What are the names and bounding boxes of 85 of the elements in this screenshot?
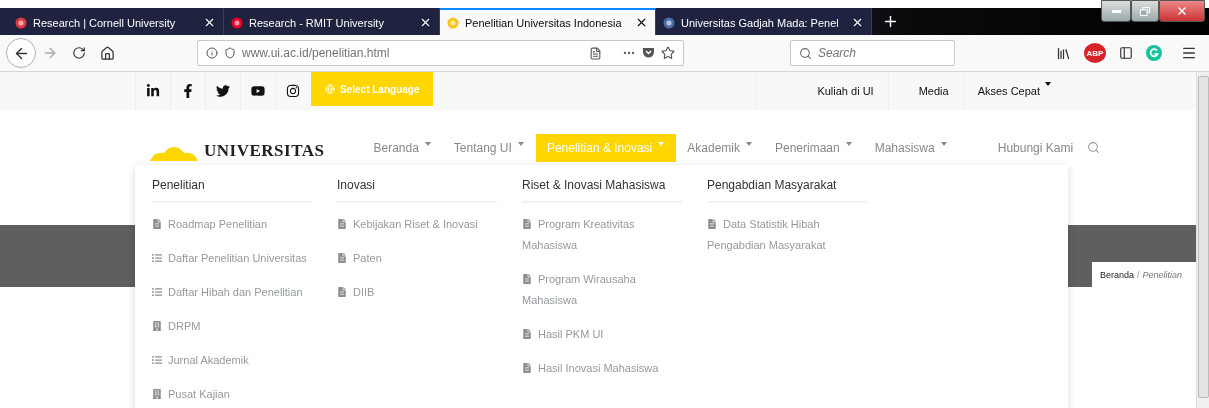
home-icon[interactable] bbox=[100, 45, 115, 61]
nav-link[interactable]: Penerimaan bbox=[763, 133, 864, 162]
favicon-icon bbox=[231, 16, 243, 29]
caret-icon bbox=[424, 141, 431, 146]
menu-link[interactable]: Daftar Hibah dan Penelitian bbox=[152, 282, 303, 303]
menu-link[interactable]: Daftar Penelitian Universitas bbox=[152, 248, 307, 269]
scrollbar-thumb[interactable] bbox=[1197, 76, 1209, 398]
adblock-button[interactable]: ABP bbox=[1084, 43, 1106, 63]
favicon-icon bbox=[663, 16, 675, 29]
globe-icon bbox=[325, 84, 335, 94]
breadcrumb-link[interactable]: Beranda bbox=[1100, 269, 1135, 280]
linkedin-icon[interactable] bbox=[146, 84, 160, 98]
menu-heading: Inovasi bbox=[337, 178, 497, 203]
menu-heading: Riset & Inovasi Mahasiswa bbox=[522, 178, 682, 203]
list-icon bbox=[152, 287, 162, 297]
menu-heading: Penelitian bbox=[152, 178, 312, 203]
document-icon bbox=[337, 287, 347, 297]
search-icon bbox=[799, 46, 812, 60]
nav-link[interactable]: Beranda bbox=[362, 133, 443, 162]
instagram-icon[interactable] bbox=[286, 84, 300, 98]
caret-icon bbox=[1045, 82, 1051, 86]
menu-link[interactable]: Program Wirausaha Mahasiswa bbox=[522, 269, 682, 311]
logo-icon bbox=[150, 146, 198, 161]
caret-icon bbox=[745, 141, 752, 146]
favicon-icon bbox=[15, 16, 27, 29]
menu-link[interactable]: Data Statistik Hibah Pengabdian Masyarakat bbox=[707, 214, 867, 256]
menu-link[interactable]: Program Kreativitas Mahasiswa bbox=[522, 214, 682, 256]
document-icon bbox=[337, 219, 347, 229]
restore-icon[interactable] bbox=[1131, 0, 1159, 22]
document-icon bbox=[522, 219, 532, 229]
youtube-icon[interactable] bbox=[251, 84, 265, 98]
menu-icon[interactable] bbox=[1181, 45, 1197, 61]
nav-link[interactable]: Hubungi Kami bbox=[986, 133, 1082, 162]
menu-link[interactable]: DRPM bbox=[152, 316, 201, 337]
new-tab-icon[interactable] bbox=[882, 13, 899, 30]
list-icon bbox=[152, 253, 162, 263]
search-icon[interactable] bbox=[1087, 141, 1101, 154]
breadcrumb-current: Penelitian bbox=[1142, 269, 1183, 280]
info-icon[interactable] bbox=[206, 47, 218, 59]
library-icon[interactable] bbox=[1056, 45, 1071, 61]
star-icon[interactable] bbox=[661, 46, 675, 60]
document-icon bbox=[522, 363, 532, 373]
document-icon bbox=[707, 219, 717, 229]
menu-link[interactable]: Roadmap Penelitian bbox=[152, 214, 268, 235]
nav-link[interactable]: Tentang UI bbox=[442, 133, 536, 162]
facebook-icon[interactable] bbox=[181, 84, 195, 98]
menu-heading: Pengabdian Masyarakat bbox=[707, 178, 867, 203]
reload-icon[interactable] bbox=[72, 46, 86, 60]
pocket-icon[interactable] bbox=[642, 47, 655, 59]
logo-text: UNIVERSITAS bbox=[204, 140, 325, 161]
building-icon bbox=[152, 321, 162, 331]
menu-link[interactable]: Pusat Kajian bbox=[152, 384, 230, 405]
caret-icon bbox=[658, 141, 665, 146]
close-icon[interactable] bbox=[851, 16, 864, 29]
search-field[interactable]: Search bbox=[790, 40, 955, 66]
reader-icon[interactable] bbox=[589, 46, 602, 60]
menu-link[interactable]: Hasil Inovasi Mahasiswa bbox=[522, 358, 659, 379]
favicon-icon bbox=[447, 16, 459, 29]
shield-icon[interactable] bbox=[224, 47, 236, 59]
sidebar-icon[interactable] bbox=[1119, 46, 1133, 60]
list-icon bbox=[152, 355, 162, 365]
building-icon bbox=[152, 389, 162, 399]
twitter-icon[interactable] bbox=[216, 84, 230, 98]
address-field[interactable]: www.ui.ac.id/penelitian.html bbox=[197, 40, 684, 66]
close-icon[interactable] bbox=[203, 16, 216, 29]
close-icon[interactable] bbox=[419, 16, 432, 29]
nav-link[interactable]: Mahasiswa bbox=[863, 133, 959, 162]
browser-tab[interactable]: Penelitian Universitas Indonesia bbox=[440, 8, 656, 35]
close-icon[interactable] bbox=[635, 16, 648, 29]
nav-link[interactable]: Akademik bbox=[676, 133, 764, 162]
document-icon bbox=[152, 219, 162, 229]
menu-link[interactable]: Paten bbox=[337, 248, 382, 269]
minimize-icon[interactable] bbox=[1101, 0, 1131, 22]
document-icon bbox=[522, 274, 532, 284]
menu-link[interactable]: Hasil PKM UI bbox=[522, 324, 604, 345]
breadcrumb-separator: / bbox=[1137, 269, 1140, 280]
menu-link[interactable]: Jurnal Akademik bbox=[152, 350, 249, 371]
menu-link[interactable]: DIIB bbox=[337, 282, 375, 303]
caret-icon bbox=[940, 141, 947, 146]
caret-icon bbox=[845, 141, 852, 146]
caret-icon bbox=[517, 141, 524, 146]
back-button[interactable] bbox=[6, 38, 36, 68]
menu-link[interactable]: Kebijakan Riset & Inovasi bbox=[337, 214, 478, 235]
document-icon bbox=[522, 329, 532, 339]
document-icon bbox=[337, 253, 347, 263]
